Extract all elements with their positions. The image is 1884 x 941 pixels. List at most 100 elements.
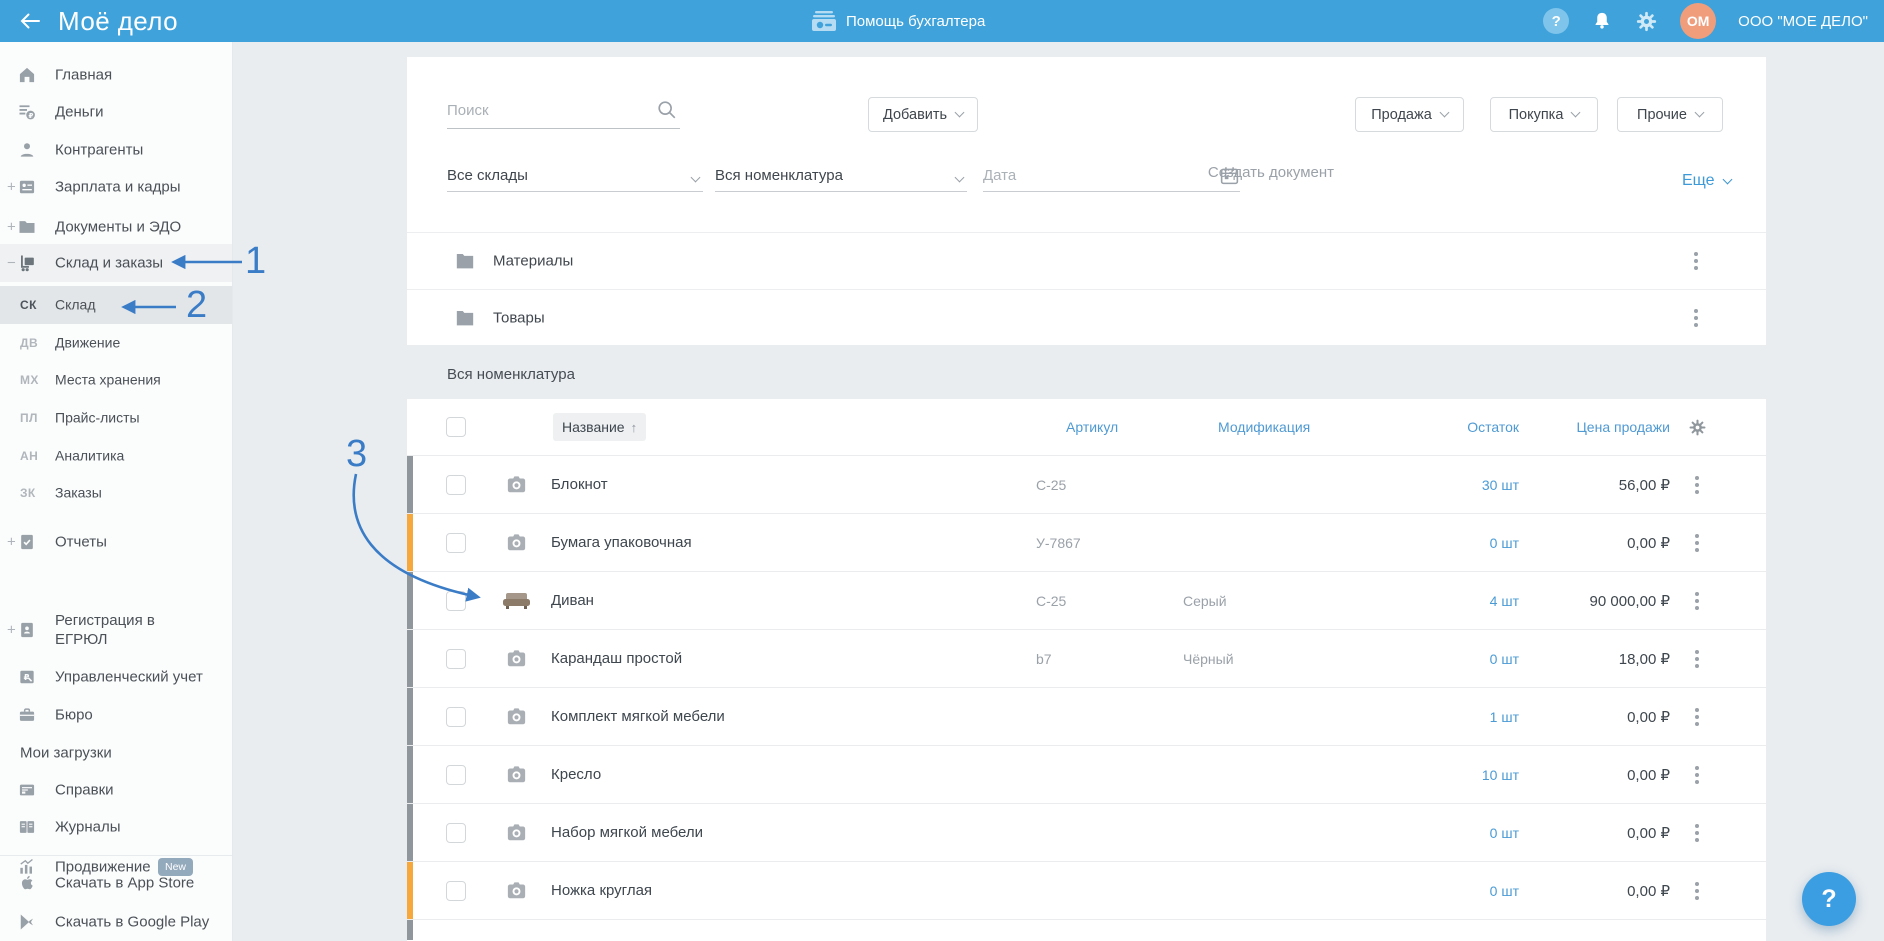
product-stock[interactable]: 10 шт <box>1407 767 1519 783</box>
sidebar-item-documents[interactable]: + Документы и ЭДО <box>0 208 232 246</box>
row-menu-button[interactable] <box>1670 646 1724 672</box>
sidebar-item-contractors[interactable]: Контрагенты <box>0 131 232 169</box>
product-stock[interactable]: 4 шт <box>1407 593 1519 609</box>
notifications-bell-icon[interactable] <box>1591 10 1613 32</box>
row-menu-button[interactable] <box>1670 878 1724 904</box>
row-checkbox[interactable] <box>446 474 466 495</box>
column-header-name[interactable]: Название ↑ <box>553 413 647 441</box>
other-button[interactable]: Прочие <box>1617 97 1723 132</box>
row-checkbox[interactable] <box>446 532 466 553</box>
sidebar-subitem-pricelists[interactable]: ПЛ Прайс-листы <box>0 399 232 437</box>
sidebar-item-certificates[interactable]: Справки <box>0 771 232 809</box>
product-stock[interactable]: 0 шт <box>1407 825 1519 841</box>
add-button[interactable]: Добавить <box>868 97 979 132</box>
product-name-link[interactable]: Кресло <box>551 766 1036 783</box>
home-icon <box>17 65 37 85</box>
row-checkbox[interactable] <box>446 764 466 785</box>
help-icon[interactable]: ? <box>1543 8 1570 34</box>
row-checkbox[interactable] <box>446 648 466 669</box>
sidebar-subitem-analytics[interactable]: АН Аналитика <box>0 437 232 475</box>
column-header-price[interactable]: Цена продажи <box>1519 419 1670 435</box>
product-name-link[interactable]: Комплект мягкой мебели <box>551 708 1036 725</box>
sidebar-item-registration[interactable]: + Регистрация в ЕГРЮЛ <box>0 602 232 658</box>
calendar-icon[interactable] <box>1219 165 1240 186</box>
row-menu-button[interactable] <box>1670 704 1724 730</box>
row-checkbox[interactable] <box>446 590 466 611</box>
row-status-stripe <box>407 630 413 687</box>
select-all-checkbox[interactable] <box>446 417 466 437</box>
purchase-button[interactable]: Покупка <box>1490 97 1598 132</box>
row-checkbox[interactable] <box>446 822 466 843</box>
expand-plus[interactable]: + <box>7 622 16 639</box>
sidebar-subitem-orders[interactable]: ЗК Заказы <box>0 474 232 512</box>
folder-menu-button[interactable] <box>1690 248 1702 274</box>
row-menu-button[interactable] <box>1670 530 1724 556</box>
table-row[interactable]: Диван С-25 Серый 4 шт 90 000,00 ₽ <box>407 571 1766 629</box>
sidebar-item-money[interactable]: ₽ Деньги <box>0 93 232 131</box>
search-icon <box>656 99 678 121</box>
product-name-link[interactable]: Блокнот <box>551 476 1036 493</box>
table-row[interactable]: Ножка круглая 0 шт 0,00 ₽ <box>407 861 1766 919</box>
row-checkbox[interactable] <box>446 706 466 727</box>
column-header-modification[interactable]: Модификация <box>1183 419 1407 435</box>
table-row[interactable]: Карандаш простой b7 Чёрный 0 шт 18,00 ₽ <box>407 629 1766 687</box>
sidebar-item-bureau[interactable]: Бюро <box>0 696 232 734</box>
row-menu-button[interactable] <box>1670 762 1724 788</box>
sidebar-item-salary[interactable]: + Зарплата и кадры <box>0 168 232 206</box>
table-row[interactable]: Комплект мягкой мебели 1 шт 0,00 ₽ <box>407 687 1766 745</box>
sidebar-item-reports[interactable]: + Отчеты <box>0 523 232 561</box>
help-center-link[interactable]: Помощь бухгалтера <box>812 0 985 42</box>
search-input[interactable]: Поиск <box>447 89 680 129</box>
nomenclature-filter-select[interactable]: Вся номенклатура <box>715 161 967 192</box>
support-help-button[interactable]: ? <box>1802 872 1856 926</box>
table-row[interactable]: Кресло 10 шт 0,00 ₽ <box>407 745 1766 803</box>
sale-button[interactable]: Продажа <box>1355 97 1464 132</box>
product-name-link[interactable]: Ножка круглая <box>551 882 1036 899</box>
folder-menu-button[interactable] <box>1690 305 1702 331</box>
expand-plus[interactable]: + <box>7 179 16 196</box>
product-name-link[interactable]: Набор мягкой мебели <box>551 824 1036 841</box>
more-filters-link[interactable]: Еще <box>1682 172 1733 190</box>
row-menu-button[interactable] <box>1670 820 1724 846</box>
table-settings-gear-icon[interactable] <box>1670 418 1724 437</box>
product-stock[interactable]: 0 шт <box>1407 535 1519 551</box>
product-stock[interactable]: 1 шт <box>1407 709 1519 725</box>
sidebar-item-journals[interactable]: Журналы <box>0 808 232 846</box>
date-filter-input[interactable]: Дата <box>983 161 1240 192</box>
product-stock[interactable]: 0 шт <box>1407 883 1519 899</box>
row-menu-button[interactable] <box>1670 472 1724 498</box>
sidebar-item-home[interactable]: Главная <box>0 56 232 94</box>
app-logo[interactable]: Моё дело <box>58 6 178 37</box>
sidebar-item-warehouse[interactable]: − Склад и заказы <box>0 244 232 282</box>
product-name-link[interactable]: Карандаш простой <box>551 650 1036 667</box>
settings-gear-icon[interactable] <box>1635 10 1658 33</box>
table-row[interactable]: Блокнот С-25 30 шт 56,00 ₽ <box>407 455 1766 513</box>
row-checkbox[interactable] <box>446 880 466 901</box>
expand-plus[interactable]: + <box>7 219 16 236</box>
table-row[interactable]: Бумага упаковочная У-7867 0 шт 0,00 ₽ <box>407 513 1766 571</box>
sidebar-subitem-warehouse[interactable]: СК Склад <box>0 286 232 324</box>
avatar[interactable]: OM <box>1680 3 1717 39</box>
sidebar-item-my-uploads[interactable]: Мои загрузки <box>0 734 232 772</box>
product-stock[interactable]: 0 шт <box>1407 651 1519 667</box>
table-row[interactable]: Набор мягкой мебели 0 шт 0,00 ₽ <box>407 803 1766 861</box>
sidebar-subitem-movement[interactable]: ДВ Движение <box>0 324 232 362</box>
column-header-sku[interactable]: Артикул <box>1036 419 1183 435</box>
folder-row-materials[interactable]: Материалы <box>407 233 1766 289</box>
company-name[interactable]: ООО "МОЕ ДЕЛО" <box>1738 13 1868 30</box>
expand-plus[interactable]: + <box>7 534 16 551</box>
back-arrow-icon[interactable] <box>18 9 42 33</box>
folder-row-goods[interactable]: Товары <box>407 289 1766 346</box>
sidebar-subitem-storage-places[interactable]: МХ Места хранения <box>0 361 232 399</box>
sidebar-item-management[interactable]: ₽ Управленческий учет <box>0 658 232 696</box>
sidebar-item-googleplay[interactable]: Скачать в Google Play <box>0 903 232 941</box>
warehouse-filter-select[interactable]: Все склады <box>447 161 703 192</box>
folder-icon <box>17 217 37 237</box>
collapse-minus[interactable]: − <box>7 255 16 272</box>
product-stock[interactable]: 30 шт <box>1407 477 1519 493</box>
product-name-link[interactable]: Бумага упаковочная <box>551 534 1036 551</box>
product-name-link[interactable]: Диван <box>551 592 1036 609</box>
row-menu-button[interactable] <box>1670 588 1724 614</box>
sidebar-item-appstore[interactable]: Скачать в App Store <box>0 864 232 902</box>
column-header-stock[interactable]: Остаток <box>1407 419 1519 435</box>
